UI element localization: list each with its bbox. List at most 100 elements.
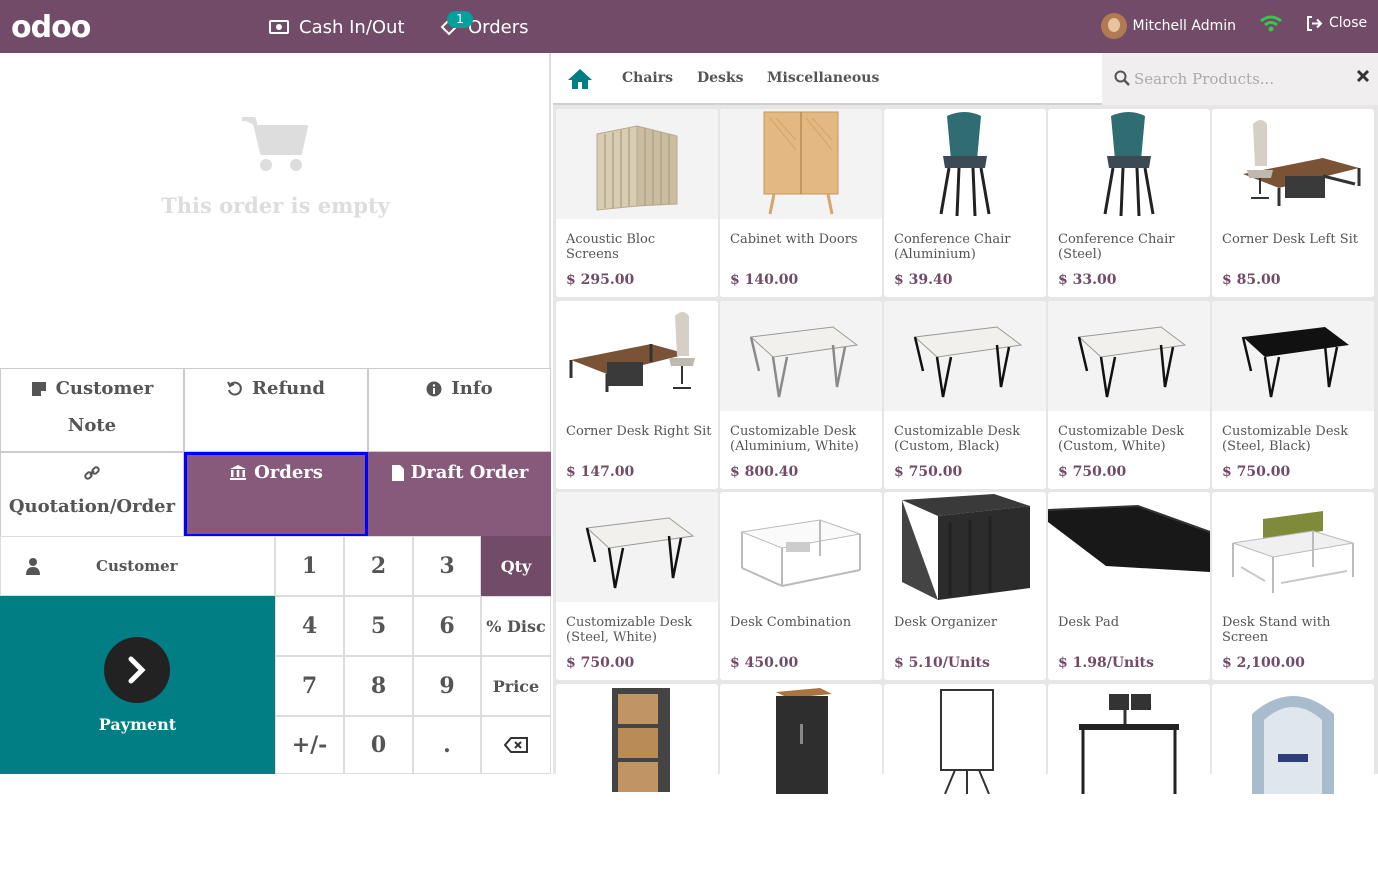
product-card[interactable]: Desk Organizer $ 5.10/Units xyxy=(884,492,1046,680)
numpad-key-7[interactable]: 7 xyxy=(275,656,344,716)
home-icon[interactable] xyxy=(567,68,593,90)
product-card[interactable]: Customizable Desk (Steel, Black) $ 750.0… xyxy=(1212,301,1374,489)
orders-count-badge: 1 xyxy=(447,11,473,28)
backspace-icon xyxy=(504,737,528,753)
product-card[interactable]: Corner Desk Right Sit $ 147.00 xyxy=(556,301,718,489)
product-price: $ 450.00 xyxy=(730,655,799,671)
qty-mode-button[interactable]: Qty xyxy=(481,536,551,596)
product-image xyxy=(720,684,882,794)
link-icon xyxy=(84,466,100,480)
numpad-key-8[interactable]: 8 xyxy=(344,656,413,716)
numpad-key-dot[interactable]: . xyxy=(413,716,481,774)
payment-button[interactable]: Payment xyxy=(0,596,275,774)
product-card[interactable] xyxy=(720,684,882,872)
chair-icon xyxy=(939,112,991,217)
desk-icon xyxy=(1077,326,1187,398)
user-menu[interactable]: Mitchell Admin xyxy=(1100,13,1237,39)
close-icon[interactable] xyxy=(1356,69,1370,83)
product-card[interactable]: Customizable Desk (Aluminium, White) $ 8… xyxy=(720,301,882,489)
orders-button[interactable]: Orders xyxy=(184,452,368,537)
product-card[interactable]: Conference Chair (Steel) $ 33.00 xyxy=(1048,109,1210,297)
product-price: $ 1.98/Units xyxy=(1058,655,1154,671)
product-price: $ 39.40 xyxy=(894,272,953,288)
info-label: Info xyxy=(451,378,493,399)
product-card[interactable]: Corner Desk Left Sit $ 85.00 xyxy=(1212,109,1374,297)
numpad-key-9[interactable]: 9 xyxy=(413,656,481,716)
product-name: Customizable Desk (Aluminium, White) xyxy=(730,424,859,454)
product-price: $ 750.00 xyxy=(1222,464,1291,480)
numpad-key-plus-minus[interactable]: +/- xyxy=(275,716,344,774)
product-card[interactable]: Desk Pad $ 1.98/Units xyxy=(1048,492,1210,680)
product-card[interactable]: Desk Combination $ 450.00 xyxy=(720,492,882,680)
info-icon xyxy=(426,381,442,396)
price-mode-button[interactable]: Price xyxy=(481,656,551,716)
backspace-button[interactable] xyxy=(481,716,551,774)
numpad-key-0[interactable]: 0 xyxy=(344,716,413,774)
customer-button[interactable]: Customer xyxy=(0,536,275,596)
user-name: Mitchell Admin xyxy=(1132,18,1237,34)
product-image xyxy=(1048,109,1210,219)
product-card[interactable] xyxy=(884,684,1046,872)
product-image xyxy=(884,492,1046,602)
product-card[interactable]: Acoustic Bloc Screens $ 295.00 xyxy=(556,109,718,297)
customer-note-label-1: Customer xyxy=(55,378,154,399)
category-desks[interactable]: Desks xyxy=(697,70,744,86)
product-card[interactable]: Conference Chair (Aluminium) $ 39.40 xyxy=(884,109,1046,297)
product-price: $ 140.00 xyxy=(730,272,799,288)
odoo-logo: odoo xyxy=(11,10,91,45)
product-name: Customizable Desk (Steel, Black) xyxy=(1222,424,1349,454)
product-image xyxy=(884,684,1046,794)
file-icon xyxy=(391,464,404,481)
desk-icon xyxy=(913,326,1023,398)
product-image xyxy=(556,109,718,219)
numpad-key-1[interactable]: 1 xyxy=(275,536,344,596)
product-card[interactable]: Customizable Desk (Custom, White) $ 750.… xyxy=(1048,301,1210,489)
orders-top-label: Orders xyxy=(468,16,529,38)
category-miscellaneous[interactable]: Miscellaneous xyxy=(767,70,879,86)
desk-stand-icon xyxy=(1232,511,1354,593)
quotation-order-button[interactable]: Quotation/Order xyxy=(0,452,184,537)
numpad-key-2[interactable]: 2 xyxy=(344,536,413,596)
product-card[interactable] xyxy=(556,684,718,872)
numpad-key-6[interactable]: 6 xyxy=(413,596,481,656)
cash-inout-button[interactable]: Cash In/Out xyxy=(269,14,405,40)
desk-combo-icon xyxy=(740,519,862,587)
product-name: Acoustic Bloc Screens xyxy=(566,232,656,262)
quotation-order-label: Quotation/Order xyxy=(8,496,176,517)
product-card[interactable]: Cabinet with Doors $ 140.00 xyxy=(720,109,882,297)
empty-order-text: This order is empty xyxy=(161,193,390,218)
info-button[interactable]: Info xyxy=(368,368,551,452)
product-card[interactable]: Desk Stand with Screen $ 2,100.00 xyxy=(1212,492,1374,680)
desk-icon xyxy=(585,517,695,589)
product-name: Desk Combination xyxy=(730,615,852,630)
product-name: Desk Pad xyxy=(1058,615,1120,630)
numpad-key-5[interactable]: 5 xyxy=(344,596,413,656)
draft-order-button[interactable]: Draft Order xyxy=(368,452,551,537)
product-image xyxy=(720,492,882,602)
office-desk-icon xyxy=(1243,120,1361,206)
search-input[interactable] xyxy=(1134,63,1344,95)
numpad-key-3[interactable]: 3 xyxy=(413,536,481,596)
chair-icon xyxy=(1103,112,1155,217)
office-desk-icon xyxy=(569,312,695,392)
discount-mode-button[interactable]: % Disc xyxy=(481,596,551,656)
product-card[interactable] xyxy=(1048,684,1210,872)
refund-label: Refund xyxy=(252,378,325,399)
product-price: $ 5.10/Units xyxy=(894,655,990,671)
numpad-key-4[interactable]: 4 xyxy=(275,596,344,656)
product-image xyxy=(884,301,1046,411)
product-price: $ 85.00 xyxy=(1222,272,1281,288)
customer-note-button[interactable]: Customer Note xyxy=(0,368,184,452)
organizer-icon xyxy=(902,494,1030,600)
product-name: Conference Chair (Steel) xyxy=(1058,232,1175,262)
product-card[interactable]: Customizable Desk (Custom, Black) $ 750.… xyxy=(884,301,1046,489)
product-image xyxy=(884,109,1046,219)
category-chairs[interactable]: Chairs xyxy=(622,70,673,86)
product-name: Conference Chair (Aluminium) xyxy=(894,232,1011,262)
product-card[interactable]: Customizable Desk (Steel, White) $ 750.0… xyxy=(556,492,718,680)
close-button[interactable]: Close xyxy=(1306,15,1367,31)
draft-order-label: Draft Order xyxy=(410,462,529,483)
refund-button[interactable]: Refund xyxy=(184,368,368,452)
product-card[interactable] xyxy=(1212,684,1374,872)
customer-note-label-2: Note xyxy=(67,415,117,436)
